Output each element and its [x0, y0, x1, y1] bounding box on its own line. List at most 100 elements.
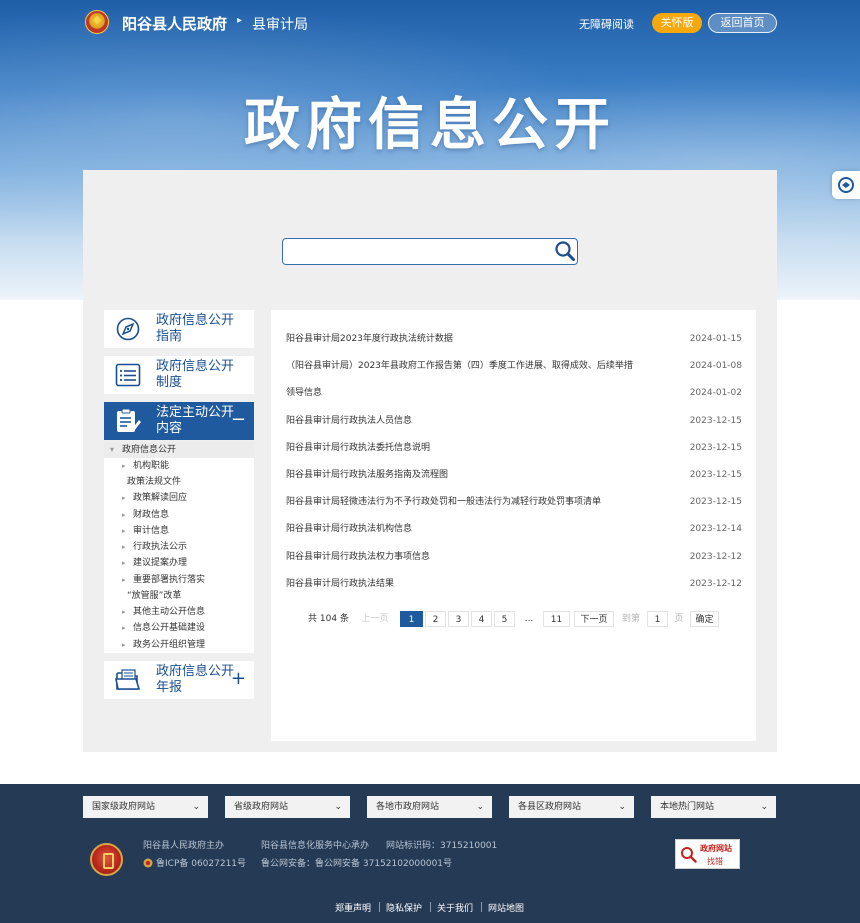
footer-divider — [430, 902, 431, 912]
footer-link-statement[interactable]: 郑重声明 — [335, 901, 371, 914]
tree-node[interactable]: ▸ 行政执法公示 — [104, 539, 254, 555]
collapse-icon[interactable]: − — [231, 410, 246, 430]
goto-label: 到第 — [621, 614, 640, 624]
footer-select-county[interactable]: 各县区政府网站 ⌄ — [509, 796, 634, 818]
list-item-date: 2024-01-08 — [689, 361, 742, 371]
sidebar-item-annual-report[interactable]: 政府信息公开年报 + — [104, 661, 254, 699]
page-button[interactable]: 5 — [494, 611, 515, 627]
page-button-current[interactable]: 1 — [400, 611, 423, 627]
footer-link-sitemap[interactable]: 网站地图 — [488, 901, 524, 914]
home-button[interactable]: 返回首页 — [708, 13, 777, 33]
list-item[interactable]: （阳谷县审计局）2023年县政府工作报告第（四）季度工作进展、取得成效、后续举措… — [286, 358, 742, 374]
list-item-date: 2024-01-02 — [689, 388, 742, 398]
footer-divider — [379, 902, 380, 912]
chevron-down-icon: ⌄ — [334, 802, 342, 812]
list-item-title[interactable]: 阳谷县审计局行政执法人员信息 — [286, 413, 412, 429]
accessible-reading-link[interactable]: 无障碍阅读 — [579, 16, 634, 32]
floating-tool-button[interactable] — [832, 171, 860, 199]
pagination-total: 共 104 条 — [308, 614, 349, 624]
list-item-title[interactable]: 阳谷县审计局行政执法服务指南及流程图 — [286, 467, 448, 483]
page-button[interactable]: 11 — [543, 611, 570, 627]
list-item[interactable]: 领导信息 2024-01-02 — [286, 385, 742, 401]
sidebar-item-label: 法定主动公开内容 — [156, 405, 235, 436]
party-gov-emblem-icon[interactable] — [90, 843, 123, 876]
sidebar-item-label: 政府信息公开年报 — [156, 664, 235, 695]
next-page-button[interactable]: 下一页 — [574, 611, 614, 627]
prev-page-button[interactable]: 上一页 — [356, 611, 394, 627]
tree-root[interactable]: 政府信息公开 — [104, 442, 254, 458]
sidebar-item-label: 政府信息公开制度 — [156, 359, 235, 390]
list-item-date: 2023-12-15 — [689, 470, 742, 480]
tree-node[interactable]: ▸ 信息公开基础建设 — [104, 620, 254, 636]
tree-node[interactable]: ▸ 机构职能 — [104, 458, 254, 474]
chevron-down-icon: ⌄ — [760, 802, 768, 812]
footer-select-national[interactable]: 国家级政府网站 ⌄ — [83, 796, 208, 818]
footer-icp[interactable]: 鲁ICP备 06027211号 — [156, 858, 246, 870]
footer-select-province[interactable]: 省级政府网站 ⌄ — [225, 796, 350, 818]
hero-title: 政府信息公开 — [244, 93, 616, 158]
page-button[interactable]: 4 — [471, 611, 492, 627]
page-button[interactable]: 3 — [448, 611, 469, 627]
list-item[interactable]: 阳谷县审计局行政执法机构信息 2023-12-14 — [286, 521, 742, 537]
list-icon — [115, 363, 141, 387]
sidebar-item-guide[interactable]: 政府信息公开指南 — [104, 310, 254, 348]
list-item-title[interactable]: 阳谷县审计局2023年度行政执法统计数据 — [286, 331, 453, 347]
magnifier-icon — [681, 847, 697, 863]
list-item[interactable]: 阳谷县审计局轻微违法行为不予行政处罚和一般违法行为减轻行政处罚事项清单 2023-… — [286, 494, 742, 510]
site-title[interactable]: 阳谷县人民政府 — [122, 13, 227, 34]
tree-node[interactable]: ▸ 建议提案办理 — [104, 555, 254, 571]
chevron-down-icon: ⌄ — [476, 802, 484, 812]
find-error-badge[interactable]: 政府网站 找错 — [675, 839, 740, 869]
sidebar-item-system[interactable]: 政府信息公开制度 — [104, 356, 254, 394]
list-item[interactable]: 阳谷县审计局行政执法结果 2023-12-12 — [286, 576, 742, 592]
list-item-title[interactable]: 阳谷县审计局行政执法权力事项信息 — [286, 549, 430, 565]
folder-icon — [115, 669, 141, 690]
list-item-date: 2023-12-15 — [689, 443, 742, 453]
breadcrumb-dept[interactable]: 县审计局 — [252, 14, 308, 34]
compass-icon — [116, 317, 140, 341]
footer-undertaker: 阳谷县信息化服务中心承办 — [261, 841, 370, 851]
list-item-title[interactable]: （阳谷县审计局）2023年县政府工作报告第（四）季度工作进展、取得成效、后续举措 — [286, 358, 633, 374]
tree-node[interactable]: “放管服”改革 — [104, 588, 254, 604]
expand-icon[interactable]: + — [231, 669, 246, 689]
chevron-right-icon: ▸ — [122, 511, 126, 519]
footer-link-about[interactable]: 关于我们 — [437, 901, 473, 914]
footer-link-privacy[interactable]: 隐私保护 — [386, 901, 422, 914]
search-icon[interactable] — [554, 240, 576, 262]
refresh-icon — [838, 177, 854, 193]
breadcrumb-arrow-icon: ▸ — [237, 15, 243, 26]
list-item[interactable]: 阳谷县审计局行政执法权力事项信息 2023-12-12 — [286, 549, 742, 565]
police-badge-icon — [143, 858, 153, 868]
list-item-title[interactable]: 阳谷县审计局行政执法委托信息说明 — [286, 440, 430, 456]
list-item-title[interactable]: 阳谷县审计局轻微违法行为不予行政处罚和一般违法行为减轻行政处罚事项清单 — [286, 494, 601, 510]
list-item-date: 2023-12-12 — [689, 552, 742, 562]
tree-node[interactable]: ▸ 财政信息 — [104, 507, 254, 523]
page-button[interactable]: 2 — [425, 611, 446, 627]
list-item-title[interactable]: 阳谷县审计局行政执法机构信息 — [286, 521, 412, 537]
chevron-right-icon: ▸ — [122, 543, 126, 551]
list-item-date: 2023-12-12 — [689, 579, 742, 589]
tree-node[interactable]: ▸ 重要部署执行落实 — [104, 572, 254, 588]
national-emblem-icon — [85, 10, 109, 34]
list-item[interactable]: 阳谷县审计局行政执法服务指南及流程图 2023-12-15 — [286, 467, 742, 483]
goto-confirm-button[interactable]: 确定 — [690, 611, 719, 627]
goto-page-input[interactable]: 1 — [647, 611, 668, 627]
tree-node[interactable]: 政策法规文件 — [104, 474, 254, 490]
sidebar-item-active-content[interactable]: 法定主动公开内容 − — [104, 402, 254, 440]
list-item[interactable]: 阳谷县审计局行政执法委托信息说明 2023-12-15 — [286, 440, 742, 456]
list-item[interactable]: 阳谷县审计局2023年度行政执法统计数据 2024-01-15 — [286, 331, 742, 347]
tree-node[interactable]: ▸ 审计信息 — [104, 523, 254, 539]
search-input[interactable] — [289, 242, 539, 261]
chevron-right-icon: ▸ — [122, 559, 126, 567]
category-tree: 政府信息公开 ▸机构职能 政策法规文件 ▸政策解读回应 ▸财政信息 ▸审计信息 … — [104, 442, 254, 653]
tree-node[interactable]: ▸ 政策解读回应 — [104, 490, 254, 506]
tree-node[interactable]: ▸ 其他主动公开信息 — [104, 604, 254, 620]
footer-select-city[interactable]: 各地市政府网站 ⌄ — [367, 796, 492, 818]
list-item-title[interactable]: 阳谷县审计局行政执法结果 — [286, 576, 394, 592]
footer-police[interactable]: 鲁公网安备：鲁公网安备 37152102000001号 — [261, 858, 452, 870]
tree-node[interactable]: ▸ 政务公开组织管理 — [104, 637, 254, 653]
list-item[interactable]: 阳谷县审计局行政执法人员信息 2023-12-15 — [286, 413, 742, 429]
footer-select-hot[interactable]: 本地热门网站 ⌄ — [651, 796, 776, 818]
list-item-title[interactable]: 领导信息 — [286, 385, 322, 401]
care-mode-button[interactable]: 关怀版 — [652, 13, 702, 33]
